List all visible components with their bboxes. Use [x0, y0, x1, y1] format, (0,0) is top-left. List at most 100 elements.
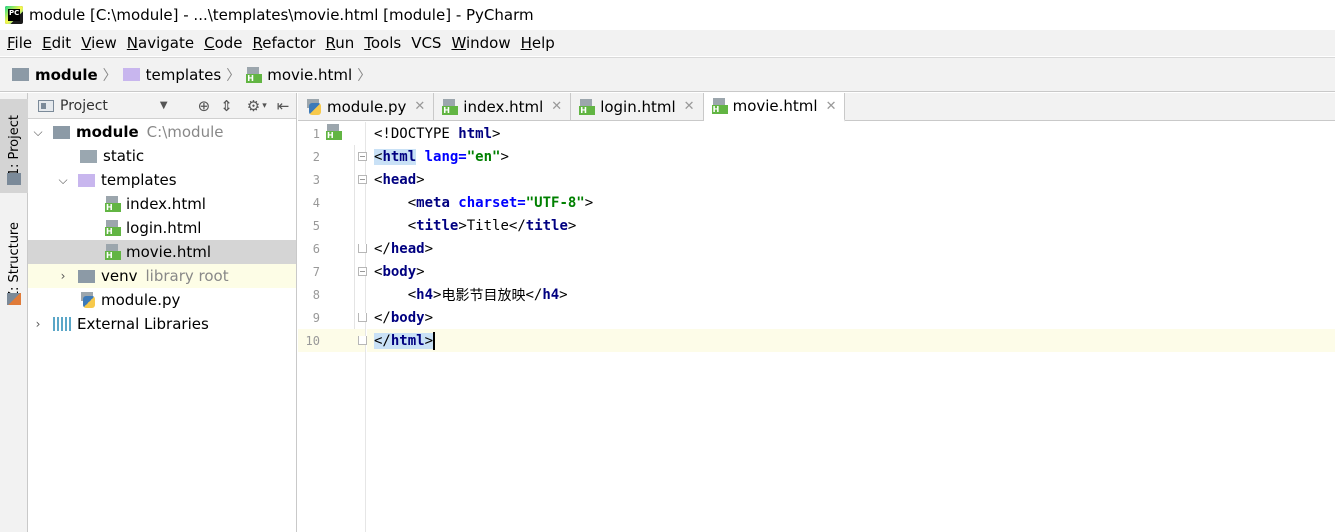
dropdown-arrow-icon[interactable]: ▼: [160, 100, 168, 111]
hide-panel-icon[interactable]: ⇤: [277, 97, 290, 115]
code-line-3: < head >: [374, 171, 425, 188]
menu-edit[interactable]: Edit: [37, 34, 76, 52]
editor-tab-bar: module.py ✕ index.html ✕ login.html ✕ mo…: [298, 93, 1335, 122]
fold-icon[interactable]: [358, 175, 367, 184]
tab-movie-html[interactable]: movie.html ✕: [703, 93, 846, 122]
project-tool-icon: [7, 173, 21, 185]
code-editor[interactable]: 1 2 3 4 5 6 7 8 9 10 <!DOCTYPE html> <ht…: [298, 122, 1335, 532]
code-line-2: <html lang= "en" >: [374, 148, 509, 165]
window-title: module [C:\module] - ...\templates\movie…: [29, 6, 534, 24]
close-icon[interactable]: ✕: [414, 99, 425, 114]
fold-end-icon[interactable]: [358, 244, 367, 253]
gutter-line: 9: [298, 306, 367, 329]
html-file-icon: [105, 220, 121, 236]
library-icon: [53, 317, 71, 331]
menu-navigate[interactable]: Navigate: [122, 34, 199, 52]
breadcrumb-templates[interactable]: templates 〉: [122, 65, 247, 85]
menu-file[interactable]: File: [2, 34, 37, 52]
menu-refactor[interactable]: Refactor: [248, 34, 321, 52]
gutter-line: 3: [298, 168, 367, 191]
code-line-4: < meta charset= "UTF-8" >: [407, 194, 594, 211]
gutter-line: 5: [312, 218, 320, 233]
breadcrumb-movie-html[interactable]: movie.html 〉: [246, 65, 377, 85]
code-line-5: < title > Title </title >: [407, 217, 577, 234]
code-line-9: </body >: [374, 309, 434, 326]
gutter-line: 2: [298, 145, 367, 168]
tree-item-module-root[interactable]: ⌵ module C:\module: [28, 120, 296, 144]
menu-vcs[interactable]: VCS: [406, 34, 446, 52]
tab-login-html[interactable]: login.html ✕: [571, 93, 704, 120]
locate-file-icon[interactable]: ⊕: [198, 97, 211, 115]
menu-code[interactable]: Code: [199, 34, 247, 52]
menu-bar: File Edit View Navigate Code Refactor Ru…: [0, 30, 1335, 56]
editor-gutter[interactable]: 1 2 3 4 5 6 7 8 9 10: [298, 122, 367, 532]
folder-icon: [122, 68, 140, 81]
menu-help[interactable]: Help: [516, 34, 560, 52]
tab-index-html[interactable]: index.html ✕: [434, 93, 572, 120]
python-file-icon: [80, 292, 96, 308]
menu-view[interactable]: View: [76, 34, 122, 52]
code-line-1: <!DOCTYPE html >: [374, 125, 501, 142]
folder-icon: [78, 173, 95, 187]
menu-run[interactable]: Run: [320, 34, 359, 52]
tab-module-py[interactable]: module.py ✕: [298, 93, 435, 120]
chevron-right-icon[interactable]: ›: [55, 269, 71, 283]
folder-icon: [78, 269, 95, 283]
tree-item-venv[interactable]: › venv library root: [28, 264, 296, 288]
gutter-line: 6: [298, 237, 367, 260]
fold-end-icon[interactable]: [358, 336, 367, 345]
tree-item-module-py[interactable]: module.py: [28, 288, 296, 312]
folder-icon: [12, 68, 29, 81]
python-file-icon: [306, 98, 322, 115]
gear-icon[interactable]: ⚙: [247, 97, 260, 115]
tree-item-external-libraries[interactable]: › External Libraries: [28, 312, 296, 336]
html-file-icon: [105, 196, 121, 212]
close-icon[interactable]: ✕: [551, 99, 562, 114]
fold-end-icon[interactable]: [358, 313, 367, 322]
editor-area: module.py ✕ index.html ✕ login.html ✕ mo…: [298, 93, 1335, 532]
folder-icon: [53, 125, 70, 139]
pycharm-logo-icon: PC: [5, 6, 23, 24]
tree-item-index-html[interactable]: index.html: [28, 192, 296, 216]
chevron-right-icon: 〉: [226, 67, 241, 84]
code-line-6: </head >: [374, 240, 434, 257]
tree-item-static[interactable]: static: [28, 144, 296, 168]
html-file-icon: [711, 98, 728, 114]
fold-icon[interactable]: [358, 152, 367, 161]
menu-window[interactable]: Window: [446, 34, 515, 52]
tool-window-stripe: 1: Project Z: Structure: [0, 93, 28, 532]
chevron-down-icon[interactable]: ⌵: [30, 125, 46, 140]
folder-icon: [80, 149, 97, 163]
gutter-line: 10: [298, 329, 367, 352]
tree-item-templates[interactable]: ⌵ templates: [28, 168, 296, 192]
breadcrumb-module[interactable]: module 〉: [12, 65, 123, 85]
gutter-line: 1: [298, 122, 365, 145]
project-panel-header: Project ▼ ⊕ ⇕ ⚙ ▾ ⇤: [28, 93, 296, 119]
project-view-icon: [38, 99, 54, 112]
fold-icon[interactable]: [358, 267, 367, 276]
close-icon[interactable]: ✕: [684, 99, 695, 114]
html-file-icon: [579, 98, 596, 115]
text-caret: [433, 331, 436, 350]
html-file-icon: [442, 98, 459, 115]
collapse-all-icon[interactable]: ⇕: [220, 97, 233, 115]
title-bar: PC module [C:\module] - ...\templates\mo…: [0, 0, 1335, 30]
project-view-selector[interactable]: Project: [60, 98, 108, 114]
close-icon[interactable]: ✕: [826, 99, 837, 114]
code-line-10: </html>: [367, 329, 1335, 352]
html-file-icon: [326, 124, 342, 140]
menu-tools[interactable]: Tools: [359, 34, 406, 52]
tree-item-movie-html[interactable]: movie.html: [28, 240, 296, 264]
code-text-area[interactable]: <!DOCTYPE html > <html lang= "en" > < head > …: [367, 122, 1335, 532]
project-panel: Project ▼ ⊕ ⇕ ⚙ ▾ ⇤ ⌵ module C:\module s…: [28, 93, 297, 532]
tree-item-login-html[interactable]: login.html: [28, 216, 296, 240]
breadcrumb: module 〉 templates 〉 movie.html 〉: [0, 57, 1335, 92]
code-line-7: < body >: [374, 263, 425, 280]
gutter-line: 8: [312, 287, 320, 302]
html-file-icon: [246, 66, 263, 83]
structure-tool-icon: [7, 293, 21, 305]
chevron-down-icon[interactable]: ⌵: [55, 173, 71, 188]
chevron-right-icon: 〉: [357, 67, 372, 84]
gear-dropdown-icon[interactable]: ▾: [262, 101, 267, 111]
chevron-right-icon[interactable]: ›: [30, 317, 46, 331]
